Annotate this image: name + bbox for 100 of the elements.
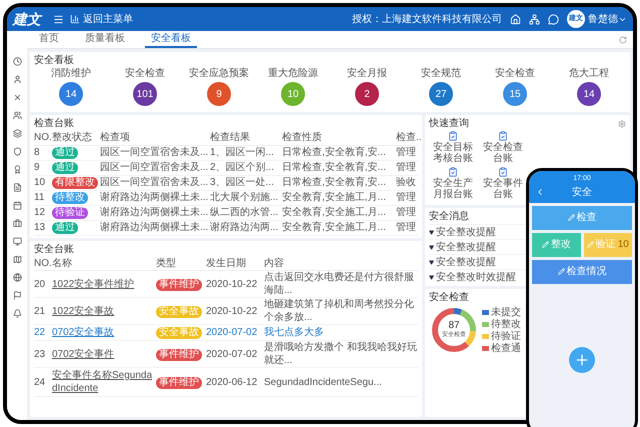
layers-icon[interactable] [12, 129, 22, 138]
clock-icon[interactable] [12, 57, 22, 66]
table-cell: 21 [34, 298, 52, 324]
tab[interactable]: 安全看板 [145, 31, 197, 48]
tab[interactable]: 质量看板 [79, 31, 131, 48]
column-header: 检查性质 [282, 131, 396, 146]
quick-link[interactable]: 安全检查台账 [479, 131, 527, 164]
map-icon[interactable] [12, 255, 22, 264]
table-cell: 13 [34, 220, 52, 236]
table-cell: 12 [34, 206, 52, 220]
award-icon[interactable] [12, 165, 22, 174]
legend-label: 未提交 [491, 306, 521, 318]
license-text: 授权：上海建文软件科技有限公司 [352, 12, 502, 26]
total-value: 87 [448, 321, 460, 331]
table-cell: 20 [34, 270, 52, 298]
panel-title: 安全检查 [429, 291, 469, 305]
legend-label: 待验证 [491, 330, 521, 342]
message-item[interactable]: 安全整改提醒 [436, 240, 496, 254]
table-cell: 园区一间空置宿舍未及... [100, 176, 210, 190]
bell-icon[interactable] [12, 309, 22, 318]
table-cell: 2020-06-12 [206, 368, 264, 396]
column-header: 内容 [264, 257, 418, 270]
column-header: NO. [34, 257, 52, 270]
quick-link[interactable]: 安全事件台账 [479, 167, 527, 200]
status-tag: 通过 [52, 147, 78, 159]
caret-icon [429, 244, 434, 250]
table-cell: 安全教育,安全施工,月... [282, 220, 396, 236]
flag-icon[interactable] [12, 291, 22, 300]
menu-icon[interactable] [53, 14, 64, 24]
message-item[interactable]: 安全整改时效提醒 [436, 270, 516, 284]
table-cell: 管理 [396, 160, 418, 176]
close-icon[interactable] [12, 93, 22, 102]
caret-icon [429, 274, 434, 280]
table-cell: 日常检查,安全教育,安... [282, 146, 396, 160]
shield-icon[interactable] [12, 147, 22, 156]
globe-icon[interactable] [12, 273, 22, 282]
users-icon[interactable] [12, 111, 22, 120]
quick-link[interactable]: 安全生产月报台账 [429, 167, 477, 200]
type-tag: 事件维护 [156, 348, 202, 360]
name-link[interactable]: 1022安全事故 [52, 304, 156, 318]
name-link[interactable]: 0702安全事件 [52, 348, 156, 360]
table-cell: 是滑哦哈方发撒个 和我我哈我好玩就还... [264, 340, 418, 368]
home-icon[interactable] [510, 14, 521, 24]
tile-count: 10 [618, 238, 629, 252]
table-cell: 3、园区一处... [210, 176, 282, 190]
table-cell: 2020-07-02 [206, 324, 264, 340]
quick-link[interactable]: 安全目标考核台账 [429, 131, 477, 164]
tab[interactable]: 首页 [33, 31, 65, 48]
panel-title: 快速查询 [429, 117, 469, 131]
table-cell: 9 [34, 160, 52, 176]
calendar-icon[interactable] [12, 201, 22, 210]
table-cell: 管理 [396, 146, 418, 160]
refresh-icon[interactable] [619, 36, 627, 44]
legend-label: 待整改 [491, 318, 521, 330]
phone-title: 安全 [571, 186, 593, 200]
monitor-icon[interactable] [12, 237, 22, 246]
status-tag: 通过 [52, 222, 78, 234]
stat-label: 重大危险源 [268, 68, 318, 80]
user-name[interactable]: 鲁楚德 [588, 12, 618, 26]
sitemap-icon[interactable] [529, 14, 540, 24]
chat-icon[interactable] [548, 14, 559, 24]
table-cell: 管理 [396, 206, 418, 220]
column-header: 检查项 [100, 131, 210, 146]
table-cell: 谢府路边沟两侧裸土未... [100, 190, 210, 206]
briefcase-icon[interactable] [12, 219, 22, 228]
table-cell: 22 [34, 324, 52, 340]
name-link[interactable]: 0702安全事故 [52, 326, 156, 339]
table-cell: 园区一间空置宿舍未及... [100, 146, 210, 160]
table-cell: 11 [34, 190, 52, 206]
type-tag: 安全事故 [156, 327, 202, 339]
name-link[interactable]: 安全事件名称SegundadIncidente [52, 369, 156, 395]
clipboard-icon [498, 167, 508, 177]
status-tag: 待整改 [52, 192, 88, 204]
column-header: 检查结果 [210, 131, 282, 146]
pencil-icon [568, 214, 574, 221]
name-link[interactable]: 1022安全事件维护 [52, 278, 156, 290]
message-item[interactable]: 安全整改提醒 [436, 224, 496, 240]
stat-label: 消防维护 [51, 68, 91, 80]
document-icon[interactable] [12, 183, 22, 192]
table-cell: 北大展个别施... [210, 190, 282, 206]
table-cell: 我七点多大多 [264, 324, 418, 340]
user-icon[interactable] [12, 75, 22, 84]
table-cell: 2、园区个别... [210, 160, 282, 176]
back-button[interactable]: 返回主菜单 [70, 12, 133, 26]
donut-chart [429, 305, 479, 355]
plus-icon [574, 352, 590, 368]
message-item[interactable]: 安全整改提醒 [436, 254, 496, 270]
clipboard-icon [498, 131, 508, 141]
clipboard-icon [448, 167, 458, 177]
clipboard-icon [448, 131, 458, 141]
type-tag: 事件维护 [156, 376, 202, 388]
table-cell: 管理 [396, 220, 418, 236]
stat-label: 安全检查 [125, 68, 165, 80]
stat-label: 安全月报 [347, 68, 387, 80]
table-cell: 8 [34, 146, 52, 160]
logo: 建文 [11, 10, 44, 28]
add-button[interactable] [569, 346, 595, 373]
legend-label: 检查通 [491, 342, 521, 354]
settings-icon[interactable] [618, 120, 626, 128]
table-cell: 谢府路边沟两侧裸土未... [100, 220, 210, 236]
